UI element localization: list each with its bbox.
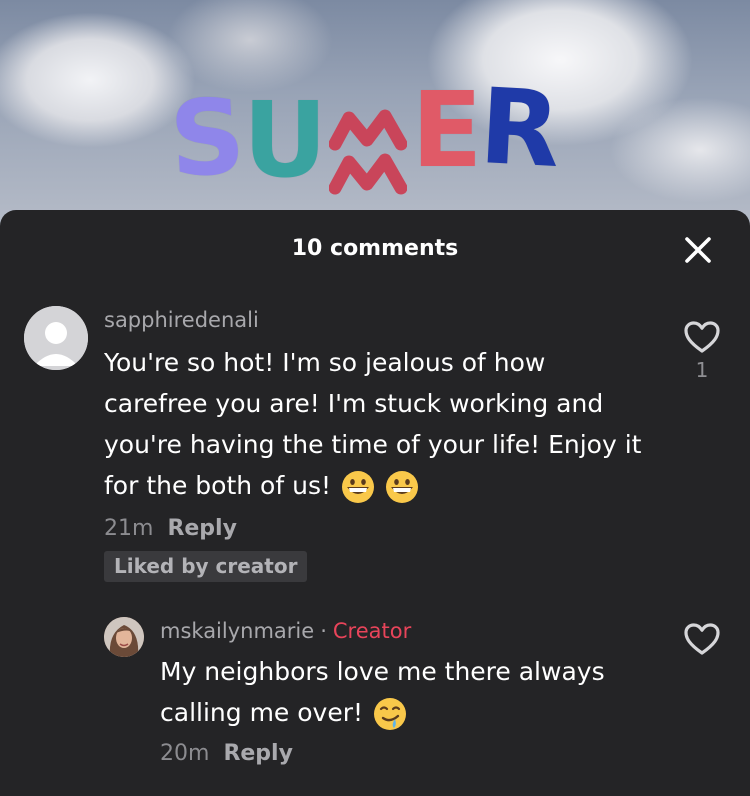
sheet-header: 10 comments <box>0 210 750 290</box>
heart-outline-icon[interactable] <box>683 320 721 354</box>
overlay-letter-u: U <box>242 79 327 201</box>
close-button[interactable] <box>682 234 714 266</box>
reply-button[interactable]: Reply <box>167 516 237 541</box>
separator-dot: · <box>320 619 327 643</box>
comment-username[interactable]: mskailynmarie <box>160 619 314 643</box>
reply-username-row: mskailynmarie · Creator <box>160 619 660 643</box>
comment-item: sapphiredenali You're so hot! I'm so jea… <box>104 308 644 582</box>
reply-button[interactable]: Reply <box>223 741 293 766</box>
grinning-face-emoji-icon <box>341 471 374 503</box>
reply-comment-item: mskailynmarie · Creator My neighbors love … <box>160 619 660 766</box>
comments-count-title: 10 comments <box>291 236 459 261</box>
like-count: 1 <box>695 358 709 382</box>
overlay-letter-e: E <box>411 69 482 191</box>
heart-outline-icon[interactable] <box>683 622 721 656</box>
comment-body: My neighbors love me there always callin… <box>160 651 660 733</box>
creator-avatar-photo <box>104 617 144 657</box>
like-control: 1 <box>682 320 722 382</box>
liked-by-creator-badge: Liked by creator <box>104 551 308 582</box>
overlay-letter-s: S <box>166 75 247 201</box>
liked-badge-row: Liked by creator <box>104 551 644 582</box>
comments-sheet: 10 comments sapphiredenali You're so hot… <box>0 210 750 796</box>
drooling-face-emoji-icon <box>373 698 406 730</box>
close-icon <box>685 237 711 263</box>
creator-tag: Creator <box>332 619 412 643</box>
overlay-letter-r: R <box>477 65 562 191</box>
avatar[interactable] <box>104 617 144 657</box>
summer-overlay-text: S U E R <box>166 65 562 210</box>
comment-timestamp: 20m <box>160 741 210 766</box>
comment-username[interactable]: sapphiredenali <box>104 308 644 332</box>
comment-meta: 20m Reply <box>160 741 660 766</box>
overlay-letter-m <box>329 108 408 198</box>
grinning-face-emoji-icon <box>385 471 418 503</box>
comment-timestamp: 21m <box>104 516 154 541</box>
video-background[interactable]: S U E R <box>0 0 750 230</box>
like-control <box>682 622 722 656</box>
avatar[interactable] <box>24 306 88 370</box>
comment-meta: 21m Reply <box>104 516 644 541</box>
comment-body: You're so hot! I'm so jealous of how car… <box>104 342 644 506</box>
default-avatar-icon <box>24 306 88 370</box>
